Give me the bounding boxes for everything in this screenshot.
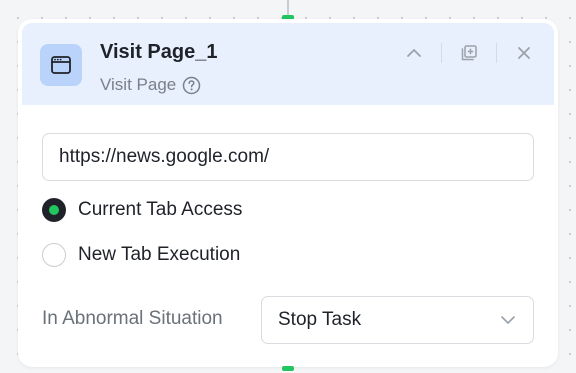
copy-add-icon[interactable] bbox=[455, 39, 483, 67]
header-divider bbox=[441, 43, 442, 63]
select-value: Stop Task bbox=[278, 309, 362, 330]
radio-new-tab[interactable]: New Tab Execution bbox=[42, 242, 240, 268]
node-type-label: Visit Page bbox=[100, 75, 177, 94]
browser-window-icon bbox=[40, 44, 82, 86]
abnormal-situation-select[interactable]: Stop Task bbox=[261, 296, 534, 344]
node-title: Visit Page_1 bbox=[100, 41, 218, 63]
flow-connector-line bbox=[287, 0, 289, 16]
close-icon[interactable] bbox=[510, 39, 538, 67]
question-circle-icon[interactable] bbox=[182, 76, 201, 95]
url-input[interactable] bbox=[42, 133, 534, 181]
abnormal-situation-label: In Abnormal Situation bbox=[42, 308, 223, 329]
header-divider bbox=[496, 43, 497, 63]
radio-label: Current Tab Access bbox=[78, 199, 243, 220]
node-header: Visit Page_1 Visit Page bbox=[22, 23, 554, 105]
visit-page-node-card[interactable]: Visit Page_1 Visit Page https://news.goo… bbox=[18, 19, 558, 367]
chevron-up-icon[interactable] bbox=[400, 39, 428, 67]
output-connector-handle[interactable] bbox=[282, 366, 294, 371]
radio-button-checked[interactable] bbox=[42, 198, 66, 222]
radio-current-tab[interactable]: Current Tab Access bbox=[42, 197, 242, 223]
chevron-down-icon bbox=[499, 311, 517, 329]
radio-label: New Tab Execution bbox=[78, 244, 241, 265]
header-actions bbox=[400, 39, 538, 67]
radio-button-unchecked[interactable] bbox=[42, 243, 66, 267]
node-subtitle: Visit Page bbox=[100, 75, 201, 95]
